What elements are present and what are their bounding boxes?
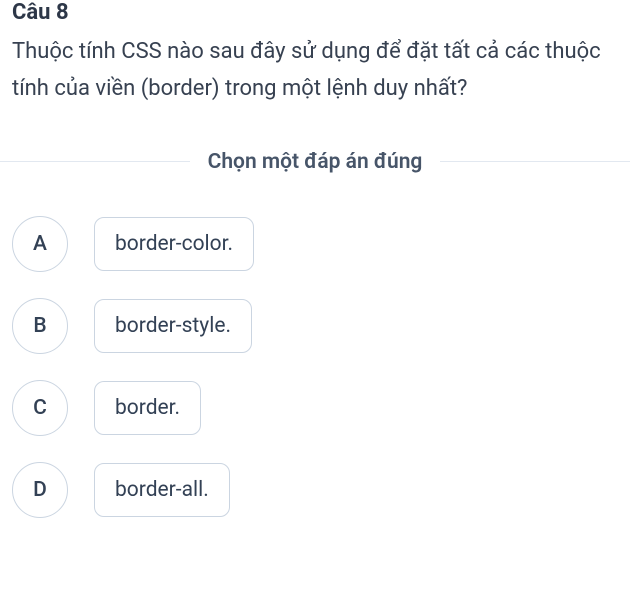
option-letter-d: D [12,462,68,518]
divider-line-left [0,161,190,162]
option-b[interactable]: B border-style. [12,298,618,354]
option-letter-c: C [12,380,68,436]
option-c[interactable]: C border. [12,380,618,436]
option-d[interactable]: D border-all. [12,462,618,518]
question-number: Câu 8 [12,0,618,25]
option-letter-b: B [12,298,68,354]
option-letter-a: A [12,216,68,272]
option-text-c: border. [94,381,201,435]
option-text-d: border-all. [94,463,230,517]
option-a[interactable]: A border-color. [12,216,618,272]
option-text-b: border-style. [94,299,252,353]
question-text: Thuộc tính CSS nào sau đây sử dụng để đặ… [12,33,618,108]
quiz-container: Câu 8 Thuộc tính CSS nào sau đây sử dụng… [0,0,630,518]
question-header: Câu 8 Thuộc tính CSS nào sau đây sử dụng… [0,0,630,108]
instruction-divider: Chọn một đáp án đúng [0,150,630,174]
instruction-text: Chọn một đáp án đúng [190,150,441,174]
option-text-a: border-color. [94,217,254,271]
divider-line-right [440,161,630,162]
options-list: A border-color. B border-style. C border… [0,216,630,518]
